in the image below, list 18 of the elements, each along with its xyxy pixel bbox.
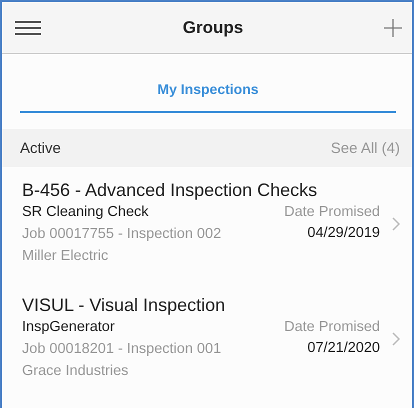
inspection-item[interactable]: B-456 - Advanced Inspection Checks SR Cleaning Check Job 00017755 - Inspection 002 Miller Electric Date Promised 04/29/2019: [2, 169, 412, 266]
inspection-subtitle: InspGenerator: [22, 318, 115, 337]
job-number: Job 00018201 - Inspection 001: [22, 340, 222, 359]
date-value: 04/29/2019: [307, 224, 380, 243]
company-name: Grace Industries: [22, 362, 128, 381]
inspection-title: VISUL - Visual Inspection: [22, 294, 226, 316]
inspection-item[interactable]: VISUL - Visual Inspection InspGenerator Job 00018201 - Inspection 001 Grace Industries Date Promised 07/21/2020: [2, 284, 412, 381]
job-number: Job 00017755 - Inspection 002: [22, 225, 222, 244]
date-label: Date Promised: [284, 203, 380, 222]
inspection-subtitle: SR Cleaning Check: [22, 203, 149, 222]
section-title: Active: [20, 140, 61, 156]
date-label: Date Promised: [284, 318, 380, 337]
company-name: Miller Electric: [22, 247, 108, 266]
inspection-title: B-456 - Advanced Inspection Checks: [22, 179, 318, 201]
menu-icon[interactable]: [14, 20, 42, 36]
screen-title: Groups: [182, 18, 244, 38]
date-value: 07/21/2020: [307, 339, 380, 358]
add-icon[interactable]: [384, 18, 402, 36]
